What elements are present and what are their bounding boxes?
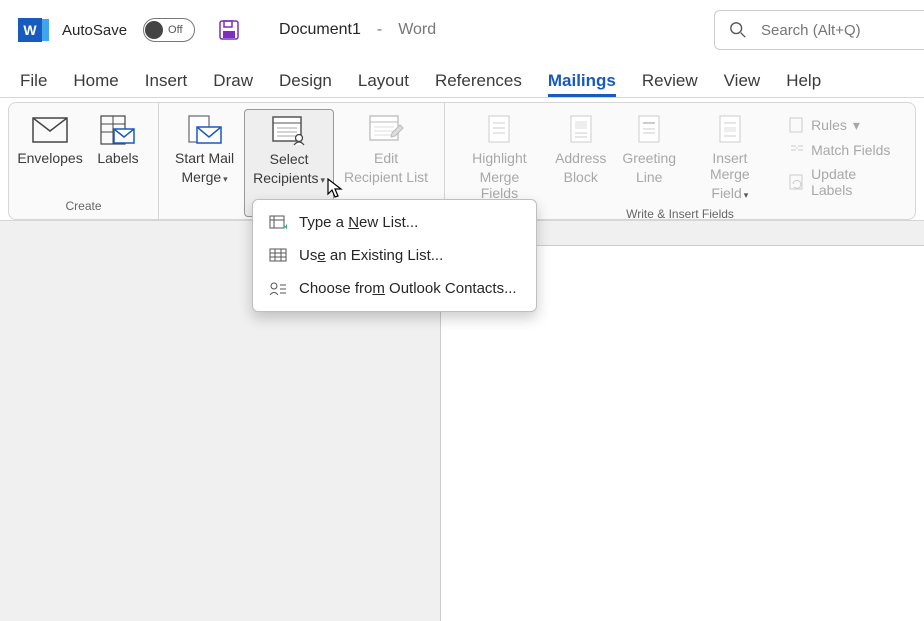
- select-recipients-label-2: Recipients: [253, 170, 318, 186]
- tab-layout[interactable]: Layout: [358, 71, 409, 97]
- greeting-label-2: Line: [636, 169, 662, 185]
- word-app-icon: W: [18, 18, 42, 42]
- address-block-button: Address Block: [548, 109, 614, 205]
- recipients-icon: [271, 114, 307, 148]
- address-label-2: Block: [564, 169, 598, 185]
- envelopes-button[interactable]: Envelopes: [17, 109, 83, 197]
- outlook-contacts-item[interactable]: Choose from Outlook Contacts...: [253, 272, 536, 305]
- use-existing-list-item[interactable]: Use an Existing List...: [253, 239, 536, 272]
- save-icon[interactable]: [205, 20, 239, 40]
- autosave-state: Off: [168, 24, 182, 36]
- labels-icon: [100, 113, 136, 147]
- start-mail-merge-label-2: Merge: [181, 169, 221, 185]
- start-mail-merge-button[interactable]: Start Mail Merge▾: [167, 109, 242, 217]
- tab-references[interactable]: References: [435, 71, 522, 97]
- tab-review[interactable]: Review: [642, 71, 698, 97]
- labels-label: Labels: [97, 150, 138, 166]
- address-block-icon: [568, 113, 594, 147]
- group-create: Envelopes Labels Create: [9, 103, 159, 219]
- labels-button[interactable]: Labels: [85, 109, 151, 197]
- address-label-1: Address: [555, 150, 606, 166]
- greeting-label-1: Greeting: [622, 150, 676, 166]
- title-dash: -: [377, 21, 382, 39]
- ribbon-tabs: File Home Insert Draw Design Layout Refe…: [0, 60, 924, 98]
- envelope-icon: [32, 113, 68, 147]
- highlight-label-1: Highlight: [472, 150, 526, 166]
- highlight-merge-fields-button: Highlight Merge Fields: [453, 109, 546, 205]
- existing-list-icon: [269, 248, 287, 264]
- insert-label-2: Field: [711, 185, 741, 201]
- rules-icon: [789, 117, 805, 133]
- greeting-line-button: Greeting Line: [616, 109, 683, 205]
- chevron-down-icon: ▾: [223, 174, 228, 184]
- tab-home[interactable]: Home: [73, 71, 118, 97]
- autosave-label: AutoSave: [62, 22, 127, 39]
- write-small-buttons: Rules ▾ Match Fields Update Labels: [777, 109, 907, 205]
- tab-view[interactable]: View: [724, 71, 761, 97]
- insert-merge-field-button: Insert Merge Field▾: [685, 109, 775, 205]
- search-input[interactable]: [761, 22, 911, 39]
- toggle-knob: [145, 21, 163, 39]
- select-recipients-dropdown: ✦ Type a New List... Use an Existing Lis…: [252, 199, 537, 312]
- edit-recipient-list-label-2: Recipient List: [344, 169, 428, 185]
- highlight-icon: [486, 113, 512, 147]
- tab-insert[interactable]: Insert: [145, 71, 188, 97]
- group-create-label: Create: [17, 197, 150, 217]
- tab-help[interactable]: Help: [786, 71, 821, 97]
- select-recipients-label-1: Select: [270, 151, 309, 167]
- start-mail-merge-label-1: Start Mail: [175, 150, 234, 166]
- title-bar: W AutoSave Off Document1 - Word: [0, 0, 924, 60]
- insert-label-1: Insert Merge: [693, 150, 767, 182]
- chevron-down-icon: ▾: [744, 190, 749, 200]
- greeting-icon: [636, 113, 662, 147]
- search-box[interactable]: [714, 10, 924, 50]
- tab-file[interactable]: File: [20, 71, 47, 97]
- tab-draw[interactable]: Draw: [213, 71, 253, 97]
- outlook-contacts-icon: [269, 281, 287, 297]
- svg-text:✦: ✦: [283, 222, 287, 231]
- new-list-icon: ✦: [269, 215, 287, 231]
- update-labels-button: Update Labels: [785, 164, 899, 200]
- tab-design[interactable]: Design: [279, 71, 332, 97]
- match-fields-button: Match Fields: [785, 140, 899, 160]
- envelopes-label: Envelopes: [17, 150, 82, 166]
- match-fields-label: Match Fields: [811, 142, 890, 158]
- tab-mailings[interactable]: Mailings: [548, 71, 616, 97]
- insert-field-icon: [717, 113, 743, 147]
- edit-list-icon: [368, 113, 404, 147]
- rules-label: Rules: [811, 117, 847, 133]
- update-labels-icon: [789, 174, 805, 190]
- highlight-label-2: Merge Fields: [461, 169, 538, 201]
- match-fields-icon: [789, 142, 805, 158]
- chevron-down-icon: ▾: [321, 175, 326, 185]
- chevron-down-icon: ▾: [853, 117, 860, 134]
- autosave-toggle[interactable]: Off: [143, 18, 195, 42]
- rules-button: Rules ▾: [785, 115, 899, 136]
- update-labels-label: Update Labels: [811, 166, 895, 198]
- app-name: Word: [398, 21, 436, 39]
- mail-merge-icon: [187, 113, 223, 147]
- edit-recipient-list-label-1: Edit: [374, 150, 398, 166]
- search-icon: [729, 21, 747, 39]
- document-title: Document1: [279, 21, 361, 39]
- type-new-list-item[interactable]: ✦ Type a New List...: [253, 206, 536, 239]
